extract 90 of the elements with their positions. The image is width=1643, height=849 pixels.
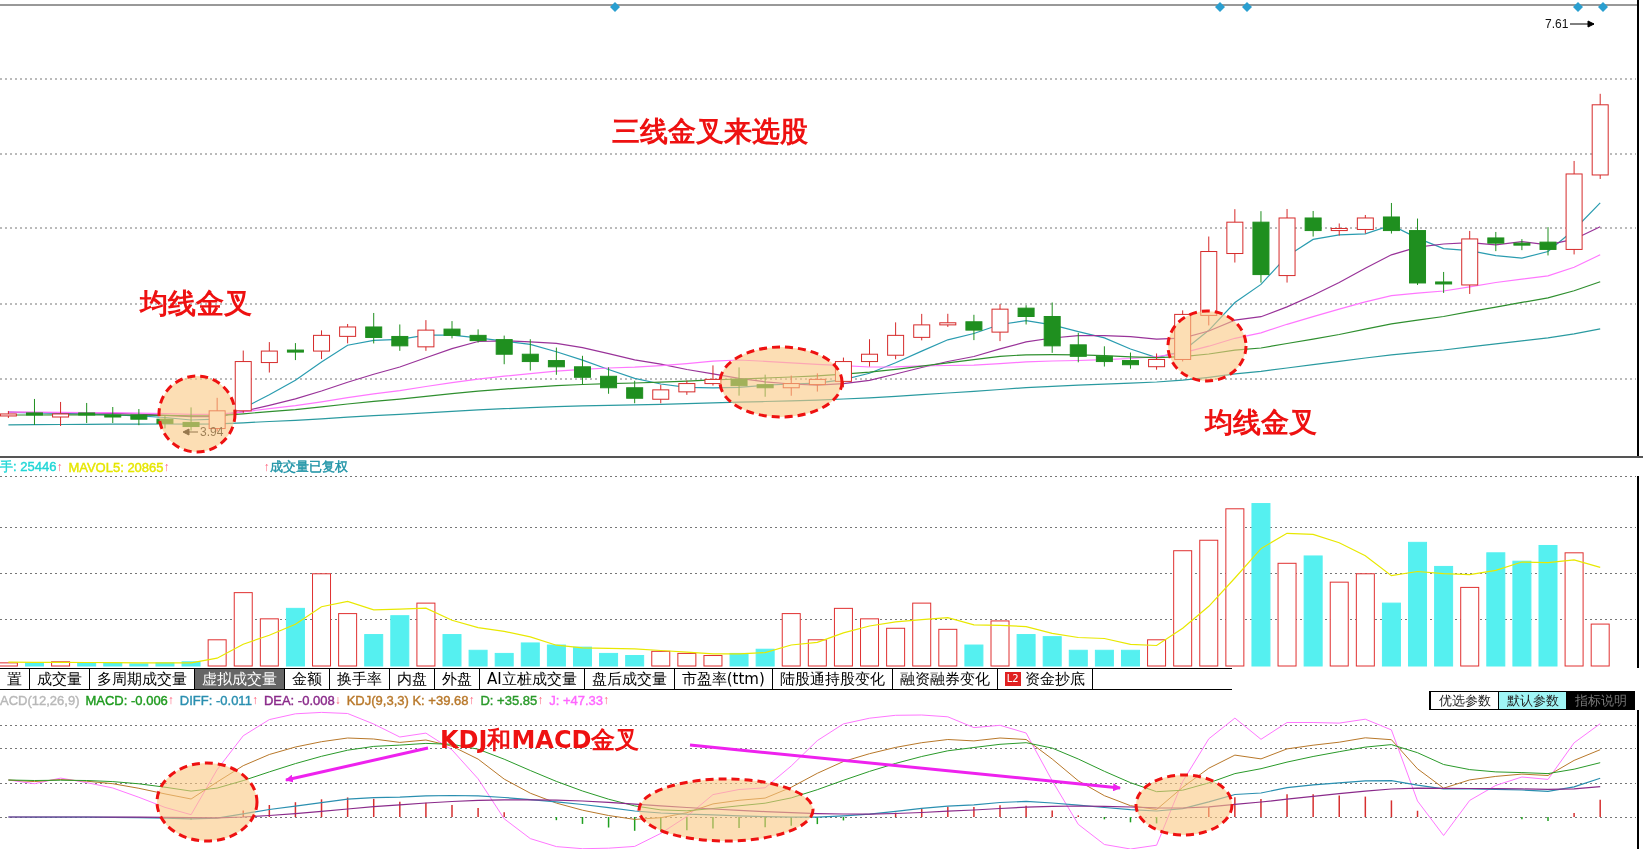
candlestick [834,357,852,388]
candlestick [1174,309,1192,362]
candlestick [365,312,383,344]
parameter-button[interactable]: 默认参数 [1498,691,1566,709]
legend-text: KDJ(9,3,3) K: +39.68 [346,692,469,708]
trend-arrow: ↑ [468,693,475,707]
candlestick [626,380,644,404]
trend-arrow: ↑ [603,693,610,707]
tab-label: 资金抄底 [1024,669,1085,689]
candlestick [104,406,122,424]
candlestick [1122,352,1139,370]
legend-text: D: +35.85 [480,692,538,708]
annotation-text: 均线金叉 [140,286,252,322]
legend-text: ACD(12,26,9) [0,692,80,708]
candlestick [1382,202,1400,235]
trend-arrow: ↑ [167,693,174,707]
diamond-icon [1598,2,1608,12]
annotation-text: 均线金叉 [1205,405,1317,441]
candlestick [469,328,487,344]
trend-arrow: ↑ [251,693,258,707]
candlestick [782,375,800,397]
candlestick [1435,271,1453,294]
trend-arrow: ↑ [537,693,544,707]
candlestick [756,374,774,398]
legend-text: DEA: -0.008 [263,692,335,708]
candlestick [808,372,826,393]
diamond-icon [1215,2,1225,12]
price-label: 7.61 [1545,17,1569,31]
candlestick [521,338,539,372]
candlestick [1069,332,1087,363]
candlestick [939,313,957,328]
candlestick [1487,231,1505,252]
legend-text: MAVOL5: 20865 [68,459,164,475]
candlestick [1461,230,1479,295]
candlestick [286,342,304,361]
candlestick [730,366,748,397]
candlestick [678,380,696,396]
diamond-icon [1242,2,1252,12]
candlestick [313,329,331,360]
candlestick [1226,208,1244,263]
candlestick [1017,304,1035,325]
annotation-text: KDJ和MACD金叉 [440,725,640,756]
tab[interactable]: 虚拟成交量 [195,669,285,689]
candlestick [913,313,931,341]
candlestick [130,408,148,426]
candlestick [704,364,722,387]
trend-arrow: ↓ [334,693,341,707]
candlestick [1539,226,1557,256]
candlestick [495,335,513,365]
legend-text: MACD: -0.006 [85,692,168,708]
annotation-text: 三线金叉来选股 [612,114,808,150]
trend-arrow: ↑ [263,460,270,474]
diamond-icon [1573,2,1583,12]
candlestick [443,320,461,339]
legend-text: 成交量已复权 [269,458,348,476]
candlestick [861,338,879,368]
candlestick [182,406,200,432]
candlestick [652,384,670,404]
candlestick [965,314,983,341]
candlestick [26,398,43,426]
candlestick [887,321,905,360]
candlestick [1330,222,1348,237]
candlestick [417,319,435,352]
candlestick [391,323,409,352]
candlestick [1356,214,1374,234]
candlestick [574,355,591,385]
diamond-icon [610,2,620,12]
candlestick [52,401,70,427]
candlestick [991,303,1009,342]
candlestick [234,350,252,414]
arrow-icon [182,428,198,436]
price-label: 3.94 [200,425,224,439]
candlestick [1043,302,1061,354]
candlestick [78,402,96,424]
candlestick [600,366,618,395]
candlestick [1513,238,1531,251]
trend-arrow: ↑ [163,460,170,474]
legend-text: 手: 25446 [0,458,57,476]
level-badge: L2 [1004,672,1021,686]
legend-text: J: +47.33 [549,692,604,708]
candlestick [547,347,565,376]
candlestick [1304,210,1322,238]
candlestick [339,323,357,344]
trend-arrow: ↑ [56,460,63,474]
candlestick [156,414,174,429]
candlestick [260,341,278,374]
candlestick [1148,352,1166,371]
candlestick [1409,218,1426,286]
legend-text: DIFF: -0.011 [179,692,252,708]
candlestick [1095,345,1113,368]
